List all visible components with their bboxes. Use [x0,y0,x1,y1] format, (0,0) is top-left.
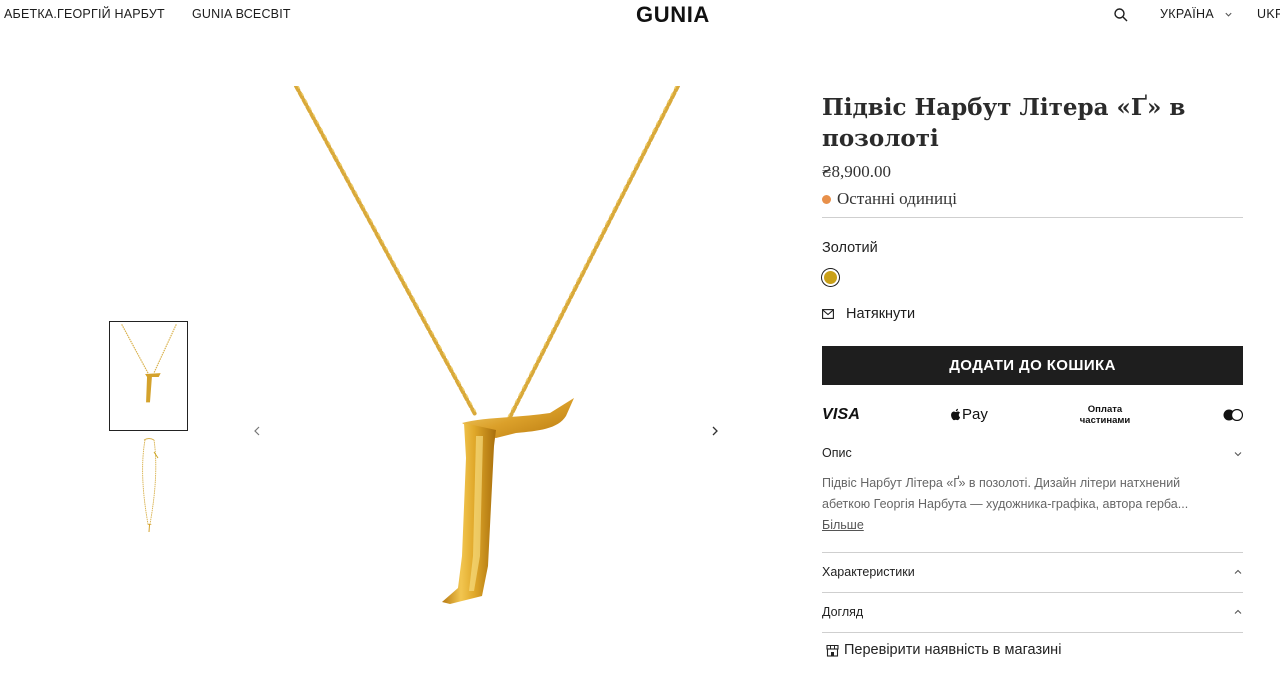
gallery-prev-button[interactable] [248,422,266,440]
store-icon [826,644,839,657]
notify-label: Натякнути [846,306,916,322]
apple-pay-label: Pay [962,406,988,423]
search-icon[interactable] [1113,7,1129,23]
chevron-down-icon[interactable] [1233,449,1243,459]
chevron-up-icon[interactable] [1233,567,1243,577]
envelope-icon [822,309,834,319]
accordion-characteristics-toggle[interactable]: Характеристики [822,565,915,579]
logo[interactable]: GUNIA [636,2,710,28]
apple-pay-icon: Pay [950,406,988,423]
store-availability-label: Перевірити наявність в магазині [844,642,1062,658]
divider [822,217,1243,218]
divider [822,632,1243,633]
store-availability-button[interactable]: Перевірити наявність в магазині [826,642,1061,658]
necklace-full-thumbnail-image [142,438,159,532]
more-link[interactable]: Більше [822,518,864,532]
product-main-image[interactable] [268,84,708,616]
accordion-description-toggle[interactable]: Опис [822,446,852,460]
notify-button[interactable]: Натякнути [822,306,915,322]
nav-link-gunia-universe[interactable]: GUNIA ВСЕСВІТ [192,7,291,21]
stock-dot-icon [822,194,831,204]
mastercard-icon [1223,409,1243,421]
chevron-left-icon [254,426,260,436]
thumbnail-1[interactable] [109,321,188,431]
color-swatch-gold[interactable] [822,269,839,286]
accordion-care-toggle[interactable]: Догляд [822,605,863,619]
description-text: Підвіс Нарбут Літера «Ґ» в позолоті. Диз… [822,476,1189,511]
gallery-next-button[interactable] [706,422,724,440]
visa-icon: VISA [822,406,861,423]
installments-icon: Оплата частинами [1079,404,1131,426]
chevron-up-icon[interactable] [1233,607,1243,617]
divider [822,592,1243,593]
necklace-thumbnail-image [121,324,177,403]
color-label: Золотий [822,240,878,256]
thumbnail-2[interactable] [109,434,188,544]
divider [822,552,1243,553]
product-price: ₴8,900.00 [822,162,891,181]
nav-link-abetka[interactable]: АБЕТКА.ГЕОРГІЙ НАРБУТ [4,7,165,21]
stock-status: Останні одиниці [822,189,957,209]
add-to-cart-button[interactable]: ДОДАТИ ДО КОШИКА [822,346,1243,385]
payment-methods: VISA Pay Оплата частинами [822,402,1243,430]
product-title: Підвіс Нарбут Літера «Ґ» в позолоті [822,94,1186,152]
region-selector[interactable]: УКРАЇНА [1160,7,1233,21]
apple-icon [951,408,961,421]
site-header: АБЕТКА.ГЕОРГІЙ НАРБУТ GUNIA ВСЕСВІТ GUNI… [0,0,1280,32]
stock-status-text: Останні одиниці [837,189,957,208]
language-selector[interactable]: UKR [1257,7,1280,21]
region-label: УКРАЇНА [1160,7,1214,21]
chevron-right-icon [712,426,718,436]
chevron-down-icon [1225,12,1232,17]
